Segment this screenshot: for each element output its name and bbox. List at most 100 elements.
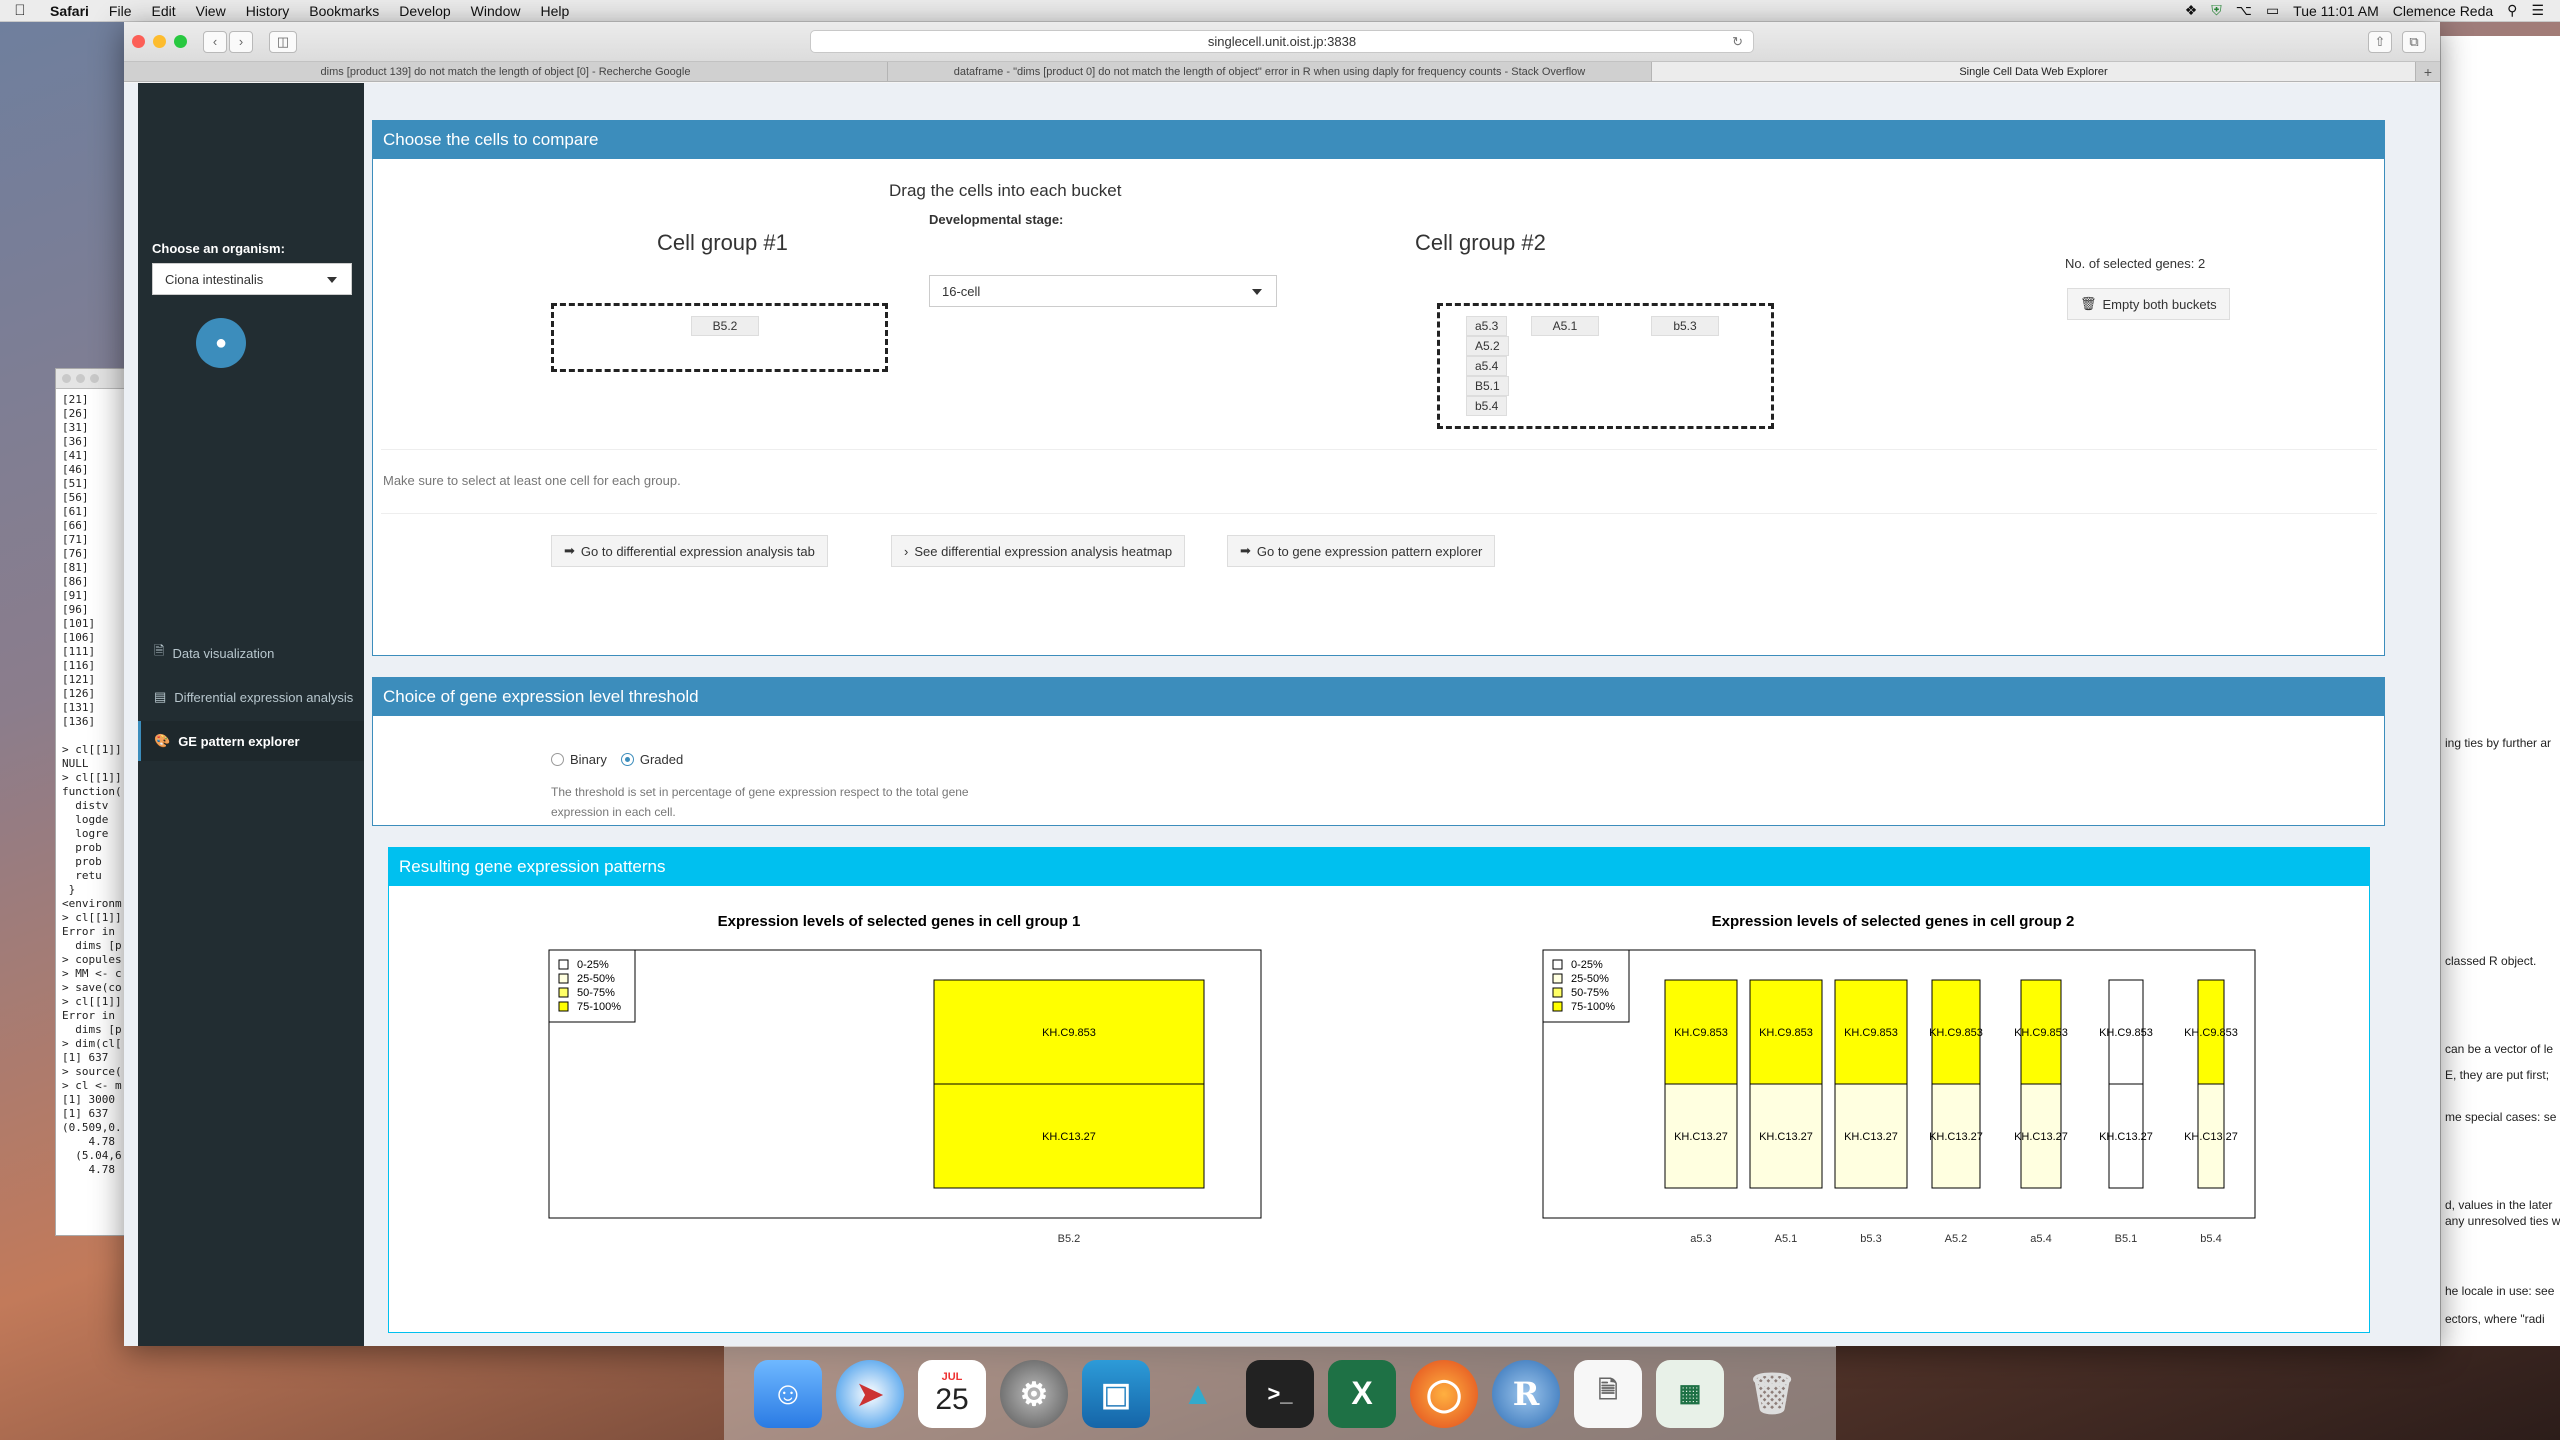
sidebar-item-differential-expression[interactable]: ▤ Differential expression analysis <box>138 677 364 717</box>
results-header: Resulting gene expression patterns <box>389 848 2369 886</box>
excel-icon[interactable]: X <box>1328 1359 1396 1428</box>
cell-chip[interactable]: A5.2 <box>1466 336 1509 356</box>
menu-edit[interactable]: Edit <box>141 3 185 19</box>
stage-select[interactable]: 16-cell <box>929 275 1277 307</box>
empty-buckets-button[interactable]: 🗑 Empty both buckets <box>2067 288 2230 320</box>
see-heatmap-button[interactable]: › See differential expression analysis h… <box>891 535 1186 567</box>
r-console-window[interactable]: [21] [26] [31] [36] [41] [46] [51] [56] … <box>55 368 125 1236</box>
spreadsheet-stack-icon[interactable]: ▦ <box>1656 1359 1724 1428</box>
results-box: Resulting gene expression patterns Expre… <box>388 847 2370 1333</box>
menu-history[interactable]: History <box>236 3 300 19</box>
sidebar-item-data-visualization[interactable]: 🗎 Data visualization <box>138 633 364 673</box>
divider <box>381 449 2377 450</box>
airplay-icon[interactable]: ▭ <box>2266 2 2279 19</box>
x-tick-label: a5.4 <box>2030 1233 2051 1245</box>
notification-center-icon[interactable]: ☰ <box>2531 2 2544 19</box>
clock[interactable]: Tue 11:01 AM <box>2293 3 2379 19</box>
go-to-diff-expression-button[interactable]: ➡ Go to differential expression analysis… <box>551 535 828 567</box>
url-text[interactable]: singlecell.unit.oist.jp:3838 <box>1208 34 1356 49</box>
cell-chip[interactable]: A5.1 <box>1531 316 1599 336</box>
firefox-icon[interactable]: ◯ <box>1410 1359 1478 1428</box>
document-icon: 🗎 <box>154 643 165 658</box>
radio-binary-label[interactable]: Binary <box>570 752 607 767</box>
r-app-icon[interactable]: R <box>1492 1359 1560 1428</box>
menu-file[interactable]: File <box>99 3 142 19</box>
new-tab-button[interactable]: + <box>2416 62 2440 81</box>
forward-button[interactable]: › <box>229 30 253 53</box>
close-icon[interactable] <box>62 374 71 383</box>
cell-chip[interactable]: B5.1 <box>1466 376 1509 396</box>
menu-view[interactable]: View <box>186 3 236 19</box>
show-tabs-icon[interactable]: ⧉ <box>2402 31 2426 53</box>
doc-line: ectors, where "radi <box>2445 1312 2545 1326</box>
help-document-window[interactable]: ing ties by further ar classed R object.… <box>2440 36 2560 1346</box>
finder-icon[interactable]: ☺ <box>754 1359 822 1428</box>
bar-label: KH.C9.853 <box>1844 1027 1898 1039</box>
safari-icon[interactable]: ➤ <box>836 1359 904 1428</box>
cell-chip[interactable]: B5.2 <box>691 316 759 336</box>
menu-develop[interactable]: Develop <box>389 3 460 19</box>
x-tick-label: b5.4 <box>2200 1233 2221 1245</box>
share-icon[interactable]: ⇧ <box>2368 31 2392 53</box>
r-console-titlebar[interactable] <box>56 369 124 389</box>
cell-bucket-group1[interactable]: B5.2 <box>551 303 888 372</box>
choose-cells-box: Choose the cells to compare Drag the cel… <box>372 120 2385 656</box>
reload-icon[interactable]: ↻ <box>1732 34 1743 50</box>
trash-icon[interactable]: 🗑 <box>1738 1360 1806 1428</box>
radio-graded-label[interactable]: Graded <box>640 752 683 767</box>
zoom-window-icon[interactable] <box>174 35 187 48</box>
address-bar[interactable]: singlecell.unit.oist.jp:3838 ↻ <box>810 30 1754 53</box>
tab-single-cell-explorer[interactable]: Single Cell Data Web Explorer <box>1652 62 2416 81</box>
user-name[interactable]: Clemence Reda <box>2393 3 2493 19</box>
close-window-icon[interactable] <box>132 35 145 48</box>
x-tick-label: A5.2 <box>1945 1233 1968 1245</box>
tab-stackoverflow[interactable]: dataframe - "dims [product 0] do not mat… <box>888 62 1652 81</box>
x-tick-label: B5.2 <box>1058 1233 1081 1245</box>
x-tick-label: A5.1 <box>1775 1233 1798 1245</box>
dropbox-icon[interactable]: ❖ <box>2185 2 2198 19</box>
system-preferences-icon[interactable]: ⚙ <box>1000 1359 1068 1428</box>
radio-graded[interactable] <box>620 753 634 766</box>
cell-bucket-group2[interactable]: a5.3 A5.1 b5.3 A5.2 a5.4 B5.1 b5.4 <box>1437 303 1774 429</box>
organism-select[interactable]: Ciona intestinalis <box>152 263 352 295</box>
menu-bookmarks[interactable]: Bookmarks <box>299 3 389 19</box>
cell-chip[interactable]: b5.3 <box>1651 316 1719 336</box>
minimize-icon[interactable] <box>76 374 85 383</box>
bar-label: KH.C13.27 <box>1759 1131 1813 1143</box>
radio-binary[interactable] <box>551 753 564 766</box>
chat-button[interactable]: ● <box>196 318 246 368</box>
wifi-icon[interactable]: ⌥ <box>2236 2 2252 19</box>
r-console-output: [21] [26] [31] [36] [41] [46] [51] [56] … <box>62 393 122 1176</box>
x-tick-label: B5.1 <box>2115 1233 2138 1245</box>
menu-help[interactable]: Help <box>530 3 579 19</box>
cmake-icon[interactable]: ▲ <box>1164 1360 1232 1428</box>
cell-chip[interactable]: b5.4 <box>1466 396 1508 416</box>
terminal-icon[interactable]: >_ <box>1246 1359 1314 1428</box>
virtualbox-icon[interactable]: ▣ <box>1082 1359 1150 1428</box>
calendar-icon[interactable]: JUL 25 <box>918 1359 986 1428</box>
sidebar-toggle-icon[interactable]: ◫ <box>269 30 297 53</box>
menu-window[interactable]: Window <box>461 3 531 19</box>
doc-line: he locale in use: see <box>2445 1284 2555 1298</box>
document-stack-icon[interactable]: 🗎 <box>1574 1359 1642 1428</box>
menu-safari[interactable]: Safari <box>40 3 99 19</box>
cell-chip[interactable]: a5.4 <box>1466 356 1508 376</box>
legend-label: 25-50% <box>577 973 615 985</box>
zoom-icon[interactable] <box>90 374 99 383</box>
spotlight-icon[interactable]: ⚲ <box>2507 2 2517 19</box>
back-button[interactable]: ‹ <box>203 30 227 53</box>
shield-icon[interactable]: ⛨ <box>2211 2 2222 19</box>
cell-chip[interactable]: a5.3 <box>1466 316 1508 336</box>
minimize-window-icon[interactable] <box>153 35 166 48</box>
tab-google-search[interactable]: dims [product 139] do not match the leng… <box>124 62 888 81</box>
go-to-pattern-explorer-button[interactable]: ➡ Go to gene expression pattern explorer <box>1227 535 1496 567</box>
app-sidebar: Choose an organism: Ciona intestinalis ●… <box>138 83 364 1346</box>
legend-swatch <box>1552 973 1563 984</box>
selected-genes-count: No. of selected genes: 2 <box>2065 256 2206 271</box>
sidebar-item-ge-pattern-explorer[interactable]: 🎨 GE pattern explorer <box>138 721 364 761</box>
apple-icon[interactable]:  <box>0 2 40 19</box>
sidebar-item-label: GE pattern explorer <box>178 733 300 749</box>
bar-label: KH.C13.27 <box>1929 1131 1983 1143</box>
safari-window: ‹ › ◫ singlecell.unit.oist.jp:3838 ↻ ⇧ ⧉… <box>124 22 2440 1346</box>
stage-select-value: 16-cell <box>942 283 981 299</box>
